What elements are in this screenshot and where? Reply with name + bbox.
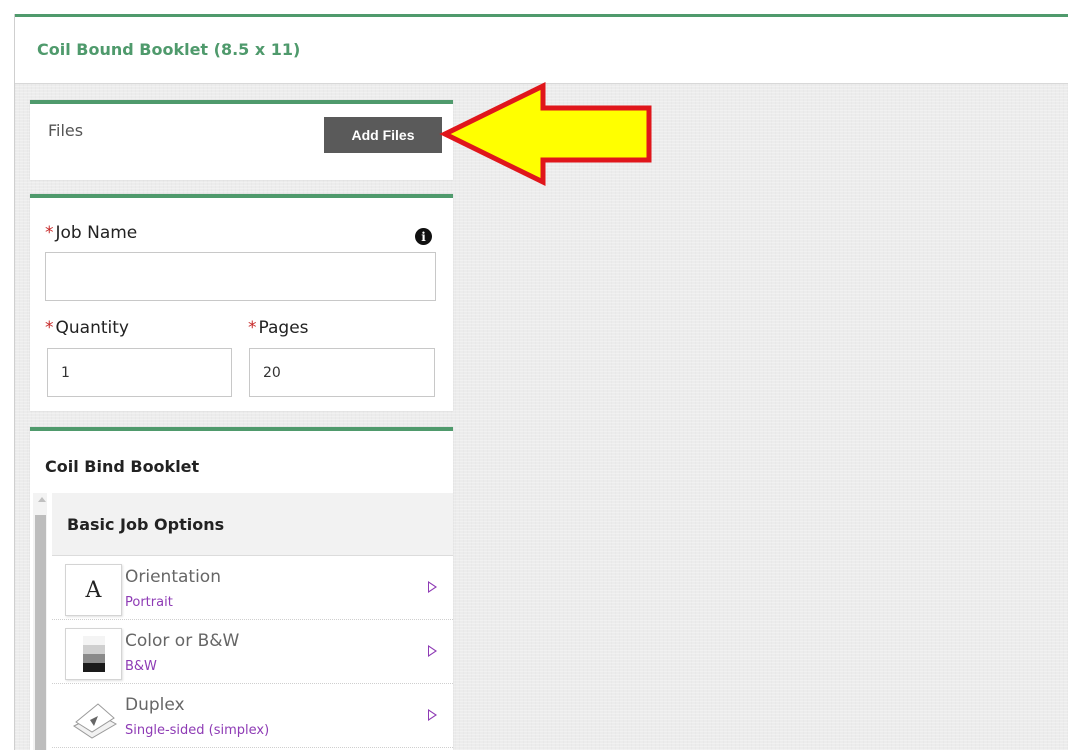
add-files-button[interactable]: Add Files — [324, 117, 442, 153]
product-options-panel: Coil Bind Booklet Basic Job Options A Or… — [30, 427, 453, 750]
scrollbar-thumb[interactable] — [35, 515, 46, 750]
duplex-paper-icon — [65, 692, 122, 744]
scroll-up-arrow-icon[interactable] — [38, 497, 46, 502]
option-value: Single-sided (simplex) — [125, 723, 270, 738]
quantity-label-text: Quantity — [55, 318, 129, 338]
option-value: Portrait — [125, 595, 173, 610]
yellow-arrow-callout-icon — [439, 82, 652, 187]
pages-label: * Pages — [248, 318, 309, 338]
job-name-input[interactable] — [45, 252, 436, 301]
files-label: Files — [48, 121, 84, 140]
option-row-duplex[interactable]: Duplex Single-sided (simplex) — [52, 685, 453, 748]
required-mark: * — [45, 223, 54, 243]
option-name: Duplex — [125, 695, 185, 715]
job-name-label-text: Job Name — [55, 223, 138, 243]
expand-arrow-icon[interactable] — [428, 645, 437, 657]
job-name-label: * Job Name — [45, 223, 137, 243]
grayscale-swatch-icon — [65, 628, 122, 680]
option-row-orientation[interactable]: A Orientation Portrait — [52, 557, 453, 620]
expand-arrow-icon[interactable] — [428, 581, 437, 593]
option-row-color[interactable]: Color or B&W B&W — [52, 621, 453, 684]
options-panel-title: Coil Bind Booklet — [45, 457, 200, 476]
job-details-panel: *Job Name i *Quantity *Pages — [30, 194, 453, 411]
letter-a-icon: A — [65, 564, 122, 616]
required-mark: * — [45, 318, 54, 338]
required-mark: * — [248, 318, 257, 338]
info-icon[interactable]: i — [415, 228, 432, 245]
section-title: Basic Job Options — [67, 515, 225, 534]
options-scroll-area[interactable]: Basic Job Options A Orientation Portrait — [30, 493, 453, 750]
expand-arrow-icon[interactable] — [428, 709, 437, 721]
section-header-basic-job-options[interactable]: Basic Job Options — [52, 493, 453, 556]
pages-input[interactable] — [249, 348, 435, 397]
option-name: Color or B&W — [125, 631, 240, 651]
page-title: Coil Bound Booklet (8.5 x 11) — [37, 40, 301, 59]
quantity-label: * Quantity — [45, 318, 129, 338]
option-name: Orientation — [125, 567, 221, 587]
quantity-input[interactable] — [47, 348, 232, 397]
app-window: Coil Bound Booklet (8.5 x 11) Files Add … — [0, 0, 1068, 750]
option-value: B&W — [125, 659, 157, 674]
pages-label-text: Pages — [258, 318, 309, 338]
files-panel: Files Add Files — [30, 100, 453, 180]
page-header: Coil Bound Booklet (8.5 x 11) — [15, 17, 1068, 84]
